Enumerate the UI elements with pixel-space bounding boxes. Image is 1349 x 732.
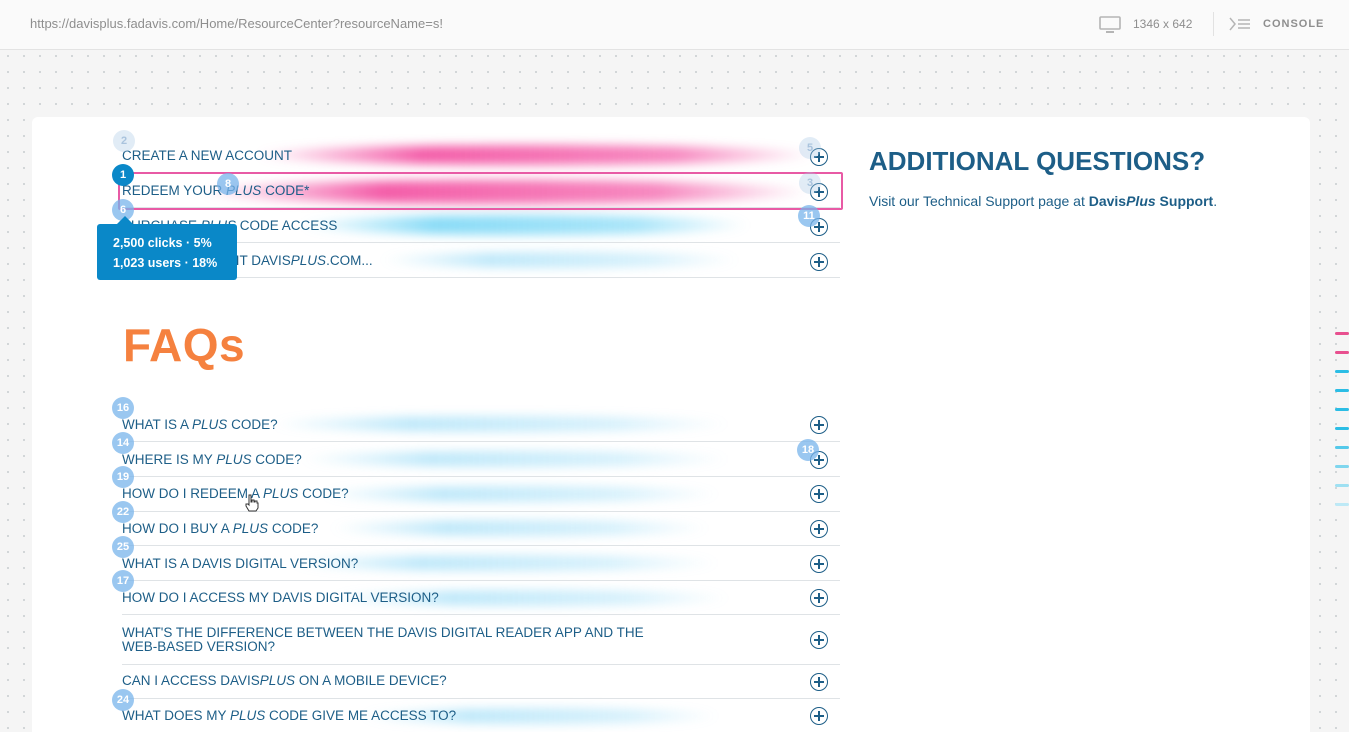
step-marker: 8 — [217, 173, 239, 195]
step-marker: 2 — [113, 130, 135, 152]
expand-plus-icon[interactable] — [810, 253, 828, 271]
expand-plus-icon[interactable] — [810, 520, 828, 538]
step-marker: 14 — [112, 432, 134, 454]
monitor-icon[interactable] — [1099, 16, 1121, 34]
step-marker: 11 — [798, 205, 820, 227]
console-icon[interactable] — [1229, 17, 1251, 31]
faq-question: HOW DO I REDEEM A PLUS CODE? — [122, 486, 349, 501]
expand-plus-icon[interactable] — [810, 589, 828, 607]
step-marker: 17 — [112, 570, 134, 592]
scroll-tick — [1335, 408, 1349, 411]
faq-row[interactable]: WHAT DOES MY PLUS CODE GIVE ME ACCESS TO… — [122, 699, 840, 732]
scroll-tick — [1335, 484, 1349, 487]
additional-questions-heading: ADDITIONAL QUESTIONS? — [869, 146, 1206, 176]
faq-question: WHAT DOES MY PLUS CODE GIVE ME ACCESS TO… — [122, 708, 457, 723]
faq-question: WHAT IS A PLUS CODE? — [122, 417, 278, 432]
url-bar[interactable]: https://davisplus.fadavis.com/Home/Resou… — [30, 16, 460, 31]
step-marker: 5 — [799, 137, 821, 159]
scroll-tick — [1335, 389, 1349, 392]
browser-toolbar: https://davisplus.fadavis.com/Home/Resou… — [0, 0, 1349, 50]
step-marker-selected[interactable]: 1 — [112, 164, 134, 186]
faq-row[interactable]: WHAT'S THE DIFFERENCE BETWEEN THE DAVIS … — [122, 615, 840, 665]
scroll-tick — [1335, 427, 1349, 430]
scroll-tick — [1335, 351, 1349, 354]
support-link[interactable]: DavisPlus Support — [1089, 193, 1213, 209]
faq-heading: FAQs — [123, 319, 246, 371]
tooltip-clicks: 2,500 clicks · 5% — [113, 236, 212, 250]
scroll-tick — [1335, 332, 1349, 335]
scroll-tick — [1335, 370, 1349, 373]
step-marker: 16 — [112, 397, 134, 419]
faq-question: HOW DO I ACCESS MY DAVIS DIGITAL VERSION… — [122, 590, 439, 605]
step-marker: 25 — [112, 536, 134, 558]
step-marker: 18 — [797, 439, 819, 461]
faq-row[interactable]: HOW DO I REDEEM A PLUS CODE? — [122, 477, 840, 512]
console-button[interactable]: CONSOLE — [1263, 18, 1324, 30]
expand-plus-icon[interactable] — [810, 555, 828, 573]
faq-row[interactable]: HOW DO I BUY A PLUS CODE? — [122, 512, 840, 546]
tooltip-users: 1,023 users · 18% — [113, 256, 218, 270]
scroll-tick — [1335, 465, 1349, 468]
faq-row[interactable]: CAN I ACCESS DAVISPLUS ON A MOBILE DEVIC… — [122, 665, 840, 699]
hand-cursor-icon — [245, 494, 259, 512]
faq-question: WHAT'S THE DIFFERENCE BETWEEN THE DAVIS … — [122, 625, 644, 654]
step-marker: 24 — [112, 689, 134, 711]
click-stats-tooltip: 2,500 clicks · 5% 1,023 users · 18% — [97, 216, 237, 280]
toolbar-divider — [1213, 12, 1214, 36]
expand-plus-icon[interactable] — [810, 673, 828, 691]
scroll-tick — [1335, 503, 1349, 506]
support-text: Visit our Technical Support page at Davi… — [869, 193, 1218, 209]
expand-plus-icon[interactable] — [810, 485, 828, 503]
faq-row[interactable]: WHERE IS MY PLUS CODE? — [122, 442, 840, 477]
faq-question: HOW DO I BUY A PLUS CODE? — [122, 521, 319, 536]
expand-plus-icon[interactable] — [810, 707, 828, 725]
expand-plus-icon[interactable] — [810, 416, 828, 434]
menu-label: CREATE A NEW ACCOUNT — [122, 148, 293, 163]
step-marker: 22 — [112, 501, 134, 523]
scroll-tick — [1335, 446, 1349, 449]
faq-row[interactable]: WHAT IS A PLUS CODE? — [122, 407, 840, 442]
faq-question: WHERE IS MY PLUS CODE? — [122, 452, 302, 467]
viewport-size: 1346 x 642 — [1133, 17, 1193, 31]
step-marker: 19 — [112, 466, 134, 488]
faq-row[interactable]: HOW DO I ACCESS MY DAVIS DIGITAL VERSION… — [122, 581, 840, 615]
step-marker: 3 — [799, 172, 821, 194]
scroll-heat-indicator — [1335, 332, 1349, 522]
expand-plus-icon[interactable] — [810, 631, 828, 649]
faq-row[interactable]: WHAT IS A DAVIS DIGITAL VERSION? — [122, 546, 840, 581]
faq-question: CAN I ACCESS DAVISPLUS ON A MOBILE DEVIC… — [122, 673, 447, 688]
menu-row-create-account[interactable]: CREATE A NEW ACCOUNT — [122, 139, 840, 173]
faq-question: WHAT IS A DAVIS DIGITAL VERSION? — [122, 556, 359, 571]
